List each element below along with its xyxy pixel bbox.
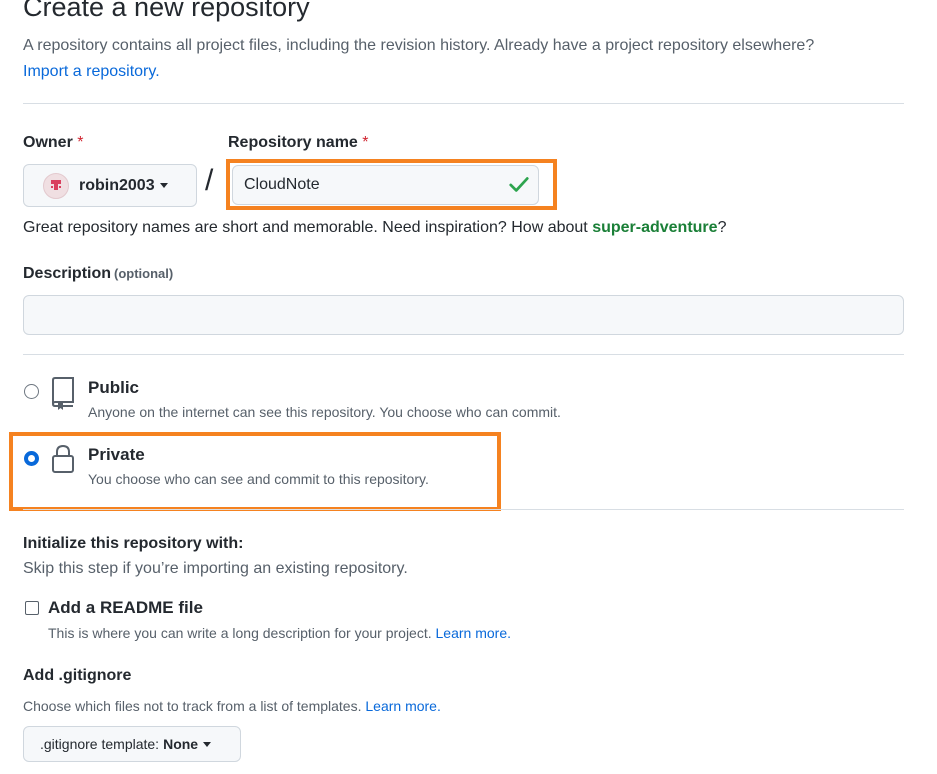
private-radio[interactable] [24, 451, 39, 466]
repo-icon [52, 377, 74, 410]
repo-name-label: Repository name * [228, 134, 369, 152]
repo-name-hint-end: ? [717, 219, 727, 236]
private-description: You choose who can see and commit to thi… [88, 471, 429, 487]
owner-name: robin2003 [79, 176, 155, 194]
repo-name-hint: Great repository names are short and mem… [23, 219, 726, 237]
lock-icon [52, 444, 74, 473]
divider [23, 354, 904, 355]
gitignore-description: Choose which files not to track from a l… [23, 698, 441, 714]
gitignore-learn-more-link[interactable]: Learn more. [365, 698, 440, 714]
name-suggestion-link[interactable]: super-adventure [592, 219, 717, 236]
avatar [43, 172, 69, 199]
identicon-icon [51, 179, 61, 190]
repo-name-label-text: Repository name [228, 134, 358, 151]
check-icon [509, 177, 529, 192]
gitignore-description-text: Choose which files not to track from a l… [23, 698, 362, 714]
repo-name-hint-text: Great repository names are short and mem… [23, 219, 593, 236]
divider [23, 509, 904, 510]
owner-dropdown[interactable]: robin2003 [23, 164, 197, 207]
page-subtitle: A repository contains all project files,… [23, 33, 913, 85]
description-label-text: Description [23, 265, 112, 282]
gitignore-button-prefix: .gitignore template: [40, 736, 160, 752]
caret-down-icon [159, 183, 168, 188]
divider [23, 103, 904, 104]
readme-learn-more-link[interactable]: Learn more. [436, 625, 511, 641]
description-input[interactable] [23, 295, 904, 335]
repo-name-input[interactable] [232, 165, 539, 205]
initialize-subtitle: Skip this step if you’re importing an ex… [23, 560, 408, 577]
readme-description-text: This is where you can write a long descr… [48, 625, 432, 641]
required-mark: * [362, 134, 369, 151]
required-mark: * [77, 134, 84, 151]
public-radio[interactable] [24, 384, 39, 399]
readme-description: This is where you can write a long descr… [48, 625, 511, 641]
gitignore-button-value: None [163, 736, 199, 752]
public-title: Public [88, 378, 140, 397]
owner-label: Owner * [23, 134, 83, 152]
gitignore-title: Add .gitignore [23, 667, 132, 684]
import-repository-link[interactable]: Import a repository. [23, 63, 160, 80]
caret-down-icon [203, 741, 212, 747]
readme-checkbox[interactable] [25, 601, 39, 615]
gitignore-template-dropdown[interactable]: .gitignore template: None [23, 726, 241, 762]
description-label: Description (optional) [23, 265, 173, 283]
owner-label-text: Owner [23, 134, 73, 151]
initialize-title: Initialize this repository with: [23, 535, 244, 552]
private-title: Private [88, 445, 145, 464]
optional-tag: (optional) [114, 266, 174, 281]
public-description: Anyone on the internet can see this repo… [88, 404, 561, 420]
owner-repo-separator: / [205, 164, 214, 197]
readme-label[interactable]: Add a README file [48, 598, 203, 618]
page-subtitle-text: A repository contains all project files,… [23, 37, 815, 54]
page-title: Create a new repository [23, 0, 310, 22]
